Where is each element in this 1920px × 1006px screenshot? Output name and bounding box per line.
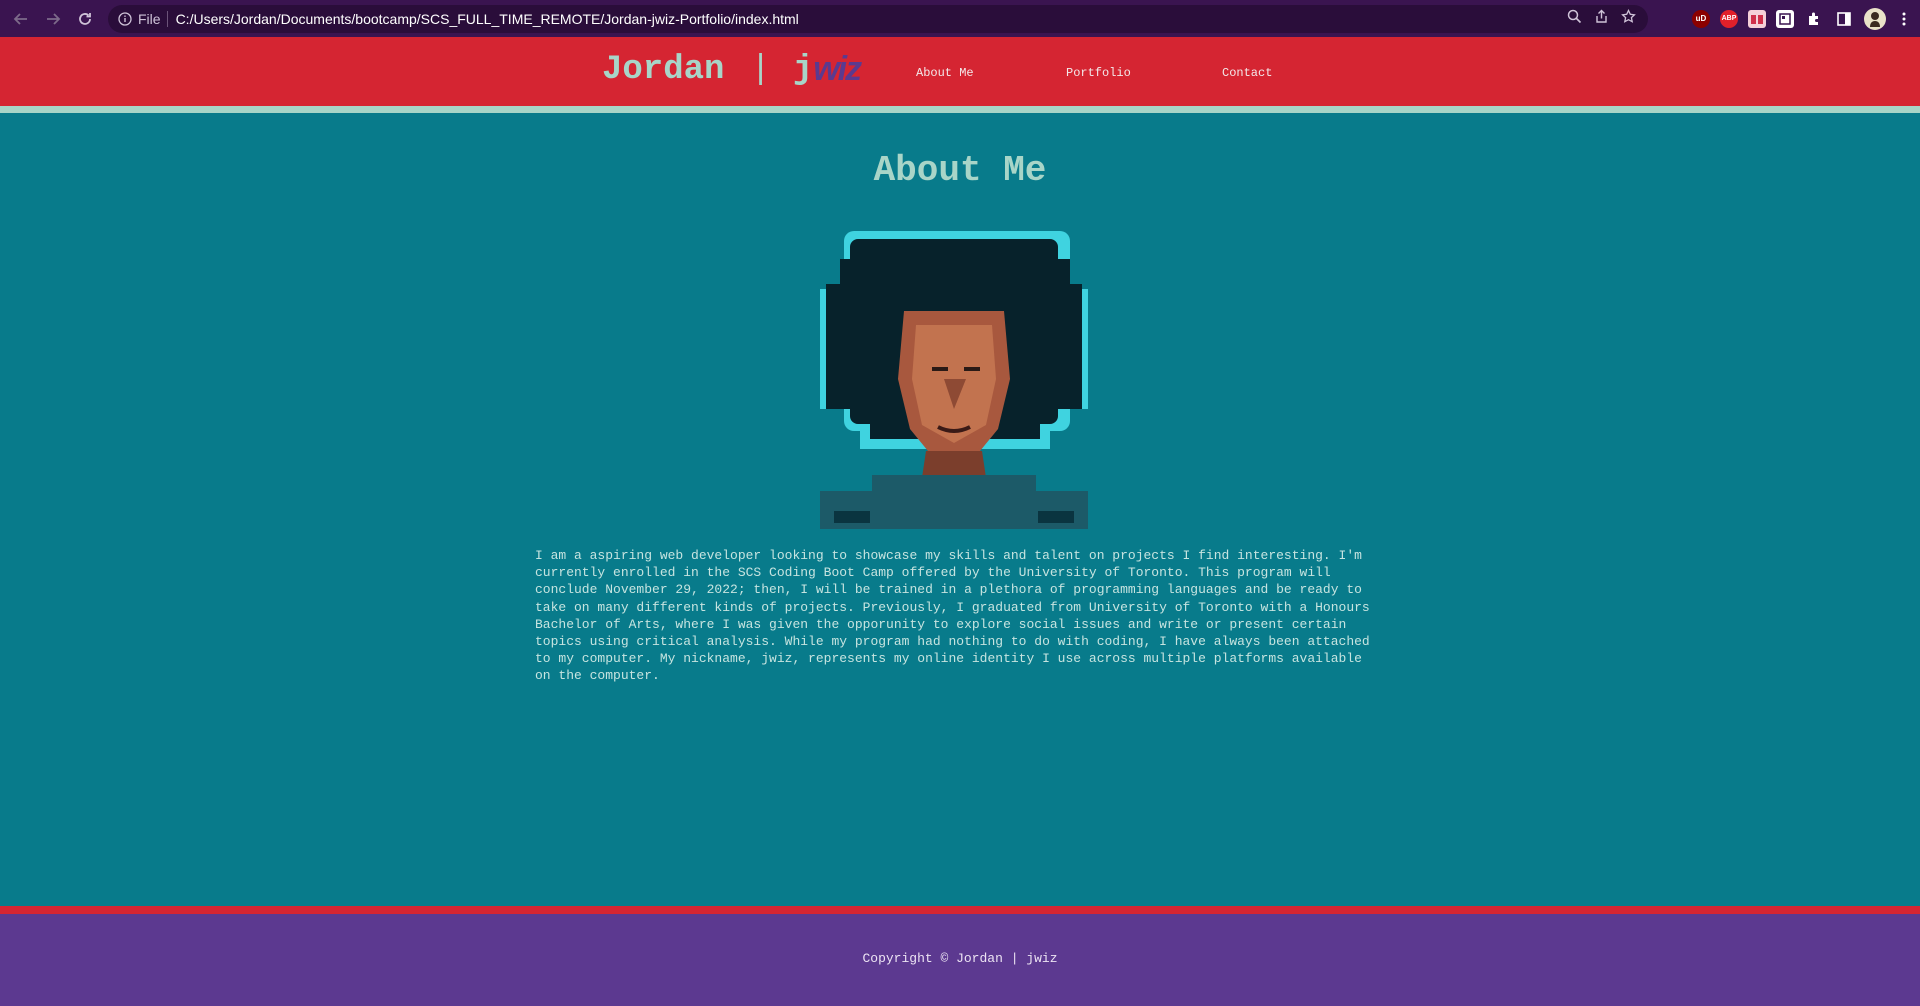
ublock-icon[interactable]: uD: [1692, 9, 1710, 28]
zoom-icon[interactable]: [1567, 9, 1582, 29]
footer-copyright: Copyright © Jordan | jwiz: [862, 951, 1058, 966]
side-panel-icon[interactable]: [1834, 9, 1854, 29]
nav-portfolio[interactable]: Portfolio: [1066, 66, 1131, 80]
star-icon[interactable]: [1621, 8, 1636, 29]
omnibox-actions: [1567, 5, 1636, 33]
forward-arrow-icon[interactable]: [38, 4, 68, 34]
share-icon[interactable]: [1594, 9, 1609, 29]
address-bar[interactable]: File C:/Users/Jordan/Documents/bootcamp/…: [108, 5, 1648, 33]
brand-j: j: [792, 50, 814, 89]
nav-contact[interactable]: Contact: [1222, 66, 1272, 80]
reload-icon[interactable]: [70, 4, 100, 34]
about-bio: I am a aspiring web developer looking to…: [535, 548, 1370, 684]
extension-box-icon[interactable]: [1776, 9, 1794, 28]
puzzle-icon[interactable]: [1804, 9, 1824, 29]
back-arrow-icon[interactable]: [6, 4, 36, 34]
url-text[interactable]: C:/Users/Jordan/Documents/bootcamp/SCS_F…: [176, 11, 799, 27]
brand-wiz: wiz: [813, 50, 862, 88]
brand-separator: |: [750, 50, 771, 89]
profile-avatar[interactable]: [1864, 7, 1886, 30]
site-brand: Jordan | j wiz: [602, 50, 862, 89]
scheme-label: File: [138, 11, 161, 27]
site-info[interactable]: File: [118, 11, 161, 27]
page-title: About Me: [873, 150, 1047, 191]
info-icon: [118, 12, 132, 26]
omnibox-divider: [166, 11, 168, 27]
adblock-plus-icon[interactable]: ABP: [1720, 9, 1738, 28]
browser-toolbar: File C:/Users/Jordan/Documents/bootcamp/…: [0, 0, 1920, 37]
brand-name: Jordan: [602, 50, 725, 89]
nav-about-me[interactable]: About Me: [916, 66, 974, 80]
extension-book-icon[interactable]: [1748, 9, 1766, 28]
header-divider: [0, 106, 1920, 113]
footer-divider: [0, 906, 1920, 914]
kebab-menu-icon[interactable]: [1896, 9, 1912, 29]
extensions-area: uD ABP: [1692, 0, 1912, 37]
profile-portrait: [820, 229, 1088, 529]
